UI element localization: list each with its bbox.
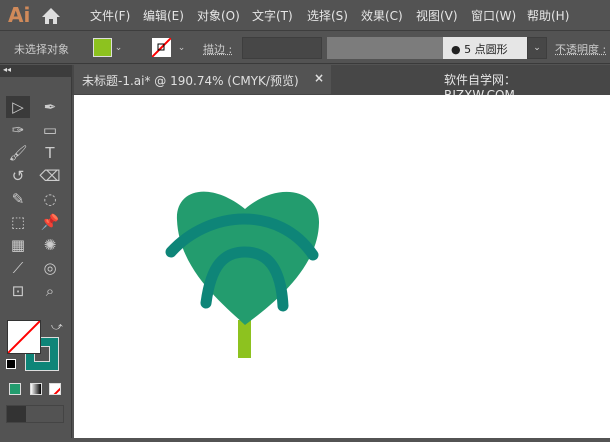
draw-behind-button[interactable] — [26, 406, 45, 422]
brush-definition[interactable]: ● 5 点圆形 — [443, 37, 527, 59]
draw-inside-button[interactable] — [44, 406, 63, 422]
none-mode-button[interactable] — [49, 383, 61, 395]
menu-item[interactable]: 文字(T) — [252, 7, 293, 24]
home-icon[interactable] — [40, 6, 62, 26]
document-tab[interactable]: 未标题-1.ai* @ 190.74% (CMYK/预览) × — [74, 65, 331, 94]
draw-normal-button[interactable] — [7, 406, 26, 422]
tools-panel: ◂◂ ▷ ✒ ✑ ▭ 🖌 T ↺ ⌫ ✎ ◌ ⬚ 📌 ▦ ✺ ⟋ ◎ ⊡ ⌕ ⤻ — [0, 65, 72, 438]
stroke-swatch[interactable] — [152, 38, 171, 57]
symbol-sprayer-tool-icon[interactable]: ✺ — [38, 234, 62, 256]
drawing-modes — [6, 405, 64, 423]
chevron-down-icon[interactable]: ⌄ — [527, 37, 547, 59]
menu-item[interactable]: 编辑(E) — [143, 7, 184, 24]
blend-tool-icon[interactable]: ◎ — [38, 257, 62, 279]
artboard-canvas[interactable] — [74, 95, 610, 438]
stem[interactable] — [238, 320, 251, 358]
chevron-down-icon[interactable]: ⌄ — [174, 38, 189, 58]
curvature-tool-icon[interactable]: ✑ — [6, 119, 30, 141]
menu-item[interactable]: 效果(C) — [361, 7, 403, 24]
shape-builder-tool-icon[interactable]: ◌ — [38, 188, 62, 210]
menu-item[interactable]: 窗口(W) — [471, 7, 516, 24]
free-transform-tool-icon[interactable]: ⬚ — [6, 211, 30, 233]
selection-tool-icon[interactable]: ▷ — [6, 96, 30, 118]
color-mode-button[interactable] — [9, 383, 21, 395]
variable-width-profile[interactable] — [327, 37, 444, 59]
artwork — [165, 191, 320, 358]
menu-item[interactable]: 对象(O) — [197, 7, 240, 24]
width-tool-icon[interactable]: ✎ — [6, 188, 30, 210]
eraser-tool-icon[interactable]: ⌫ — [38, 165, 62, 187]
menu-item[interactable]: 选择(S) — [307, 7, 348, 24]
tab-title: 未标题-1.ai* @ 190.74% (CMYK/预览) — [82, 74, 299, 88]
close-icon[interactable]: × — [314, 71, 324, 85]
menu-bar: Ai 文件(F) 编辑(E) 对象(O) 文字(T) 选择(S) 效果(C) 视图(V) 窗口… — [0, 0, 610, 31]
rectangle-tool-icon[interactable]: ▭ — [38, 119, 62, 141]
collapse-icon[interactable]: ◂◂ — [0, 65, 72, 77]
chevron-down-icon[interactable]: ⌄ — [111, 38, 126, 58]
artboard-tool-icon[interactable]: ⊡ — [6, 280, 30, 302]
brush-label: 5 点圆形 — [464, 43, 508, 56]
menu-item[interactable]: 文件(F) — [90, 7, 130, 24]
stroke-label: 描边 : — [203, 43, 233, 56]
stroke-weight-input[interactable] — [242, 37, 322, 59]
paintbrush-tool-icon[interactable]: 🖌 — [6, 142, 30, 164]
zoom-tool-icon[interactable]: ⌕ — [38, 280, 62, 302]
fill-color-box[interactable] — [7, 320, 41, 354]
gradient-mode-button[interactable] — [30, 383, 42, 395]
swap-colors-icon[interactable]: ⤻ — [51, 320, 63, 334]
type-tool-icon[interactable]: T — [38, 142, 62, 164]
gradient-tool-icon[interactable]: ▦ — [6, 234, 30, 256]
menu-item[interactable]: 视图(V) — [416, 7, 458, 24]
default-colors-icon[interactable] — [6, 359, 16, 369]
pen-tool-icon[interactable]: ✒ — [38, 96, 62, 118]
control-bar: 未选择对象 ⌄ ⌄ 描边 : ● 5 点圆形 ⌄ 不透明度 : — [0, 32, 610, 64]
selection-status: 未选择对象 — [14, 43, 69, 56]
rotate-tool-icon[interactable]: ↺ — [6, 165, 30, 187]
app-logo: Ai — [8, 3, 31, 27]
puppet-warp-tool-icon[interactable]: 📌 — [38, 211, 62, 233]
eyedropper-tool-icon[interactable]: ⟋ — [6, 257, 30, 279]
opacity-label: 不透明度 : — [555, 43, 607, 56]
menu-item[interactable]: 帮助(H) — [527, 7, 569, 24]
heart-leaf[interactable] — [176, 191, 320, 325]
